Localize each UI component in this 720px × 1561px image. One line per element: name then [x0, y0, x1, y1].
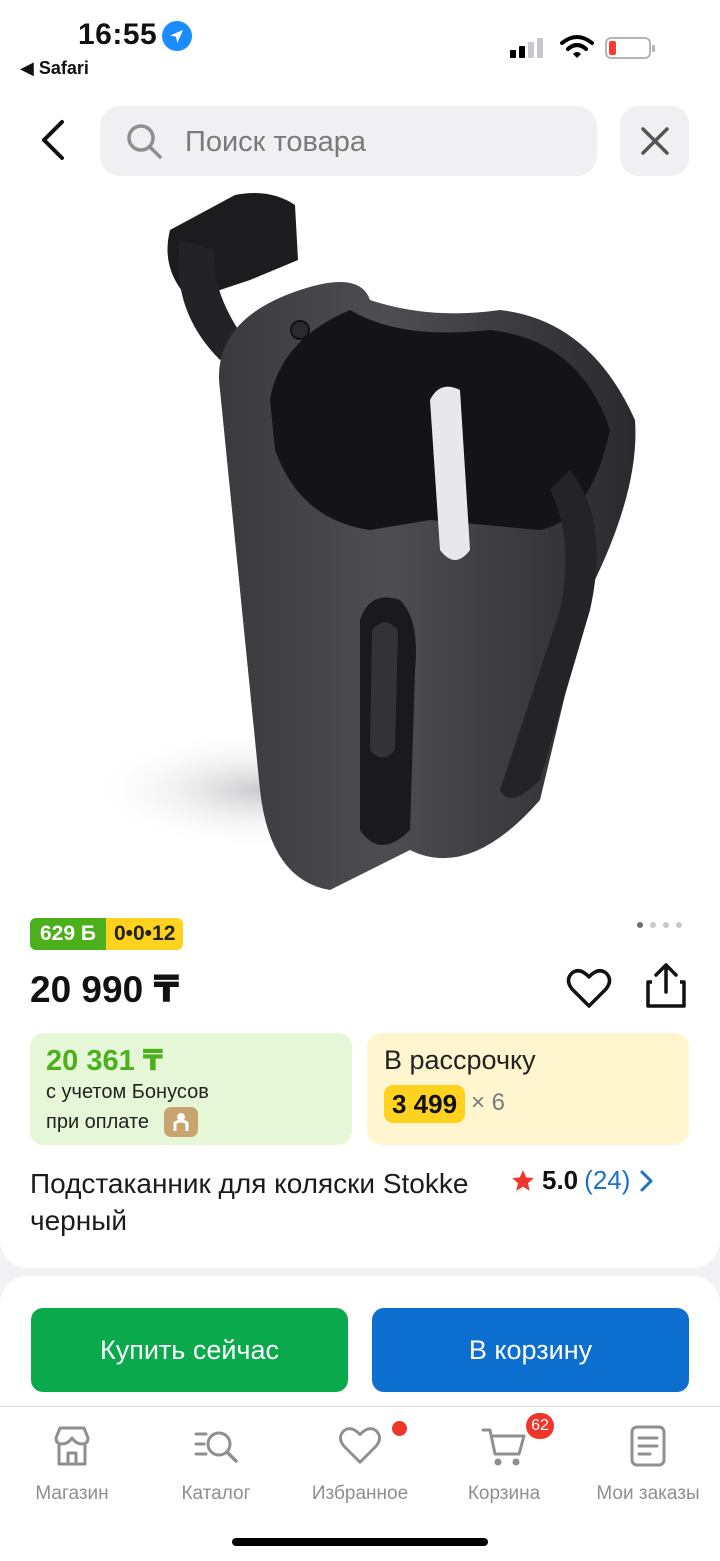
close-button[interactable] — [620, 106, 689, 176]
tab-shop[interactable]: Магазин — [0, 1421, 144, 1505]
tab-catalog[interactable]: Каталог — [144, 1421, 288, 1505]
tab-cart[interactable]: 62 Корзина — [432, 1413, 576, 1505]
tab-label: Избранное — [311, 1483, 409, 1504]
product-image[interactable] — [70, 190, 650, 900]
close-icon — [640, 127, 669, 155]
tab-favorites[interactable]: Избранное — [288, 1421, 432, 1505]
search-placeholder: Поиск товара — [185, 126, 366, 158]
location-arrow-icon — [162, 21, 192, 51]
tab-label: Корзина — [467, 1483, 541, 1504]
chevron-right-icon — [640, 1170, 653, 1191]
gallery-dot — [637, 922, 643, 928]
cart-count-badge: 62 — [526, 1413, 554, 1439]
back-button[interactable] — [28, 110, 78, 170]
rating-value: 5.0 — [542, 1165, 579, 1195]
buy-now-button[interactable]: Купить сейчас — [31, 1308, 348, 1392]
tab-label: Каталог — [181, 1483, 251, 1504]
cellular-signal-icon — [510, 38, 543, 58]
gallery-dot — [650, 922, 656, 928]
star-icon — [512, 1169, 534, 1191]
gallery-dots — [637, 922, 682, 928]
product-price: 20 990 ₸ — [30, 969, 180, 1010]
chevron-left-icon — [42, 120, 64, 160]
share-icon — [646, 963, 686, 1008]
rating[interactable]: 5.0 (24) — [510, 1165, 656, 1196]
tab-orders[interactable]: Мои заказы — [576, 1421, 720, 1505]
installment-title: В рассрочку — [384, 1045, 536, 1075]
bonus-price-box[interactable]: 20 361 ₸ с учетом Бонусов при оплате — [30, 1033, 352, 1145]
bonus-note-line2: при оплате — [46, 1111, 150, 1133]
bonus-badge: 629 Б — [30, 918, 106, 950]
shop-icon — [54, 1426, 90, 1466]
action-bar: Купить сейчас В корзину — [0, 1276, 720, 1406]
tab-label: Мои заказы — [596, 1483, 700, 1504]
favorite-button[interactable] — [566, 968, 612, 1015]
installment-multiplier: × 6 — [471, 1089, 506, 1116]
bonus-price: 20 361 ₸ — [46, 1045, 163, 1077]
tab-label: Магазин — [35, 1483, 109, 1504]
product-title: Подстаканник для коляски Stokke черный — [30, 1168, 469, 1236]
header: Поиск товара — [0, 90, 720, 190]
share-button[interactable] — [644, 962, 688, 1015]
rating-count: (24) — [584, 1165, 631, 1195]
cart-icon — [481, 1428, 526, 1466]
gallery-dot — [676, 922, 682, 928]
status-bar: 16:55 ◀ Safari — [0, 0, 720, 90]
installment-badge: 0•0•12 — [105, 918, 184, 950]
search-icon — [127, 124, 162, 159]
catalog-search-icon — [194, 1431, 238, 1463]
gallery-dot — [663, 922, 669, 928]
product-card: 629 Б 0•0•12 20 990 ₸ 20 361 ₸ с учетом … — [0, 190, 720, 1268]
price-badges: 629 Б 0•0•12 — [30, 918, 184, 950]
home-indicator[interactable] — [232, 1538, 488, 1546]
wifi-icon — [560, 34, 594, 65]
installment-amount: 3 499 — [384, 1085, 466, 1123]
bonus-note-line1: с учетом Бонусов — [46, 1081, 209, 1103]
back-to-safari[interactable]: ◀ Safari — [20, 58, 89, 79]
orders-icon — [630, 1425, 666, 1467]
add-to-cart-button[interactable]: В корзину — [372, 1308, 689, 1392]
search-input[interactable]: Поиск товара — [100, 106, 597, 176]
payment-app-icon — [164, 1107, 198, 1137]
heart-icon — [566, 969, 612, 1008]
heart-icon — [339, 1427, 381, 1464]
installment-box[interactable]: В рассрочку 3 499 × 6 — [367, 1033, 689, 1145]
battery-icon — [605, 37, 655, 59]
status-time: 16:55 — [78, 18, 158, 51]
notification-dot — [392, 1421, 407, 1436]
